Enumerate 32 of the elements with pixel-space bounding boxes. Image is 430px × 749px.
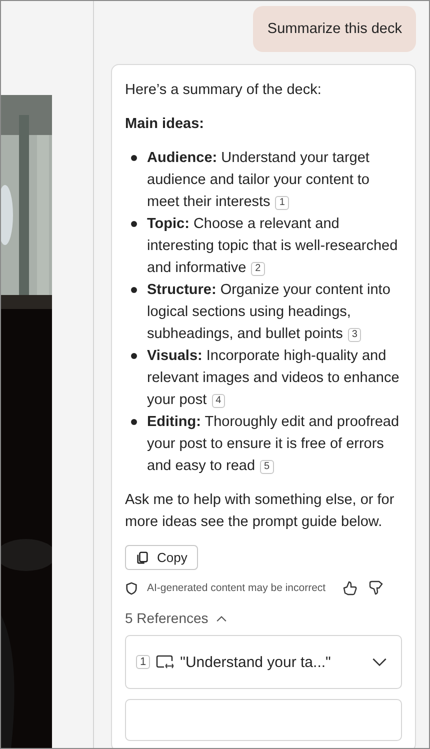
summary-point: Audience: Understand your target audience and tailor your content to meet their interests 1 bbox=[147, 149, 370, 212]
references-toggle[interactable]: 5 References bbox=[125, 610, 228, 626]
caret-icon bbox=[216, 614, 228, 622]
bullet-icon bbox=[131, 221, 137, 227]
outro-text: Ask me to help with something else, or for more ideas see the prompt guide below. bbox=[125, 491, 396, 532]
thumbs-up-icon[interactable] bbox=[342, 580, 358, 596]
citation-link[interactable]: 5 bbox=[260, 460, 274, 474]
shield-icon bbox=[125, 582, 138, 594]
slide-link-icon bbox=[156, 655, 174, 669]
disclaimer-text: AI-generated content may be incorrect bbox=[147, 582, 326, 594]
user-message: Summarize this deck bbox=[253, 6, 416, 52]
copy-button[interactable]: Copy bbox=[125, 545, 198, 570]
heading: Main ideas: bbox=[125, 115, 205, 134]
citation-link[interactable]: 4 bbox=[212, 394, 226, 408]
intro-text: Here’s a summary of the deck: bbox=[125, 81, 322, 100]
citation-link[interactable]: 1 bbox=[275, 196, 289, 210]
reference-title: "Understand your ta..." bbox=[180, 654, 332, 670]
summary-point: Structure: Organize your content into logical sections using headings, subheadings, and bullet points 3 bbox=[147, 281, 392, 344]
citation-number: 1 bbox=[136, 655, 150, 669]
bullet-icon bbox=[131, 287, 137, 293]
summary-point: Visuals: Incorporate high-quality and relevant images and videos to enhance your post 4 bbox=[147, 347, 400, 410]
summary-point: Editing: Thoroughly edit and proofread your post to ensure it is free of errors and easy to read 5 bbox=[147, 413, 400, 476]
bullet-icon bbox=[131, 353, 137, 359]
bullet-icon bbox=[131, 419, 137, 425]
bullet-icon bbox=[131, 155, 137, 161]
summary-point: Topic: Choose a relevant and interesting topic that is well-researched and informative 2 bbox=[147, 215, 399, 278]
citation-link[interactable]: 2 bbox=[251, 262, 265, 276]
copy-icon bbox=[136, 551, 149, 564]
citation-link[interactable]: 3 bbox=[348, 328, 362, 342]
reference-card[interactable]: 1 "Understand your ta..." bbox=[125, 635, 402, 689]
chevron-down-icon[interactable] bbox=[372, 658, 387, 666]
thumbs-down-icon[interactable] bbox=[368, 580, 384, 596]
